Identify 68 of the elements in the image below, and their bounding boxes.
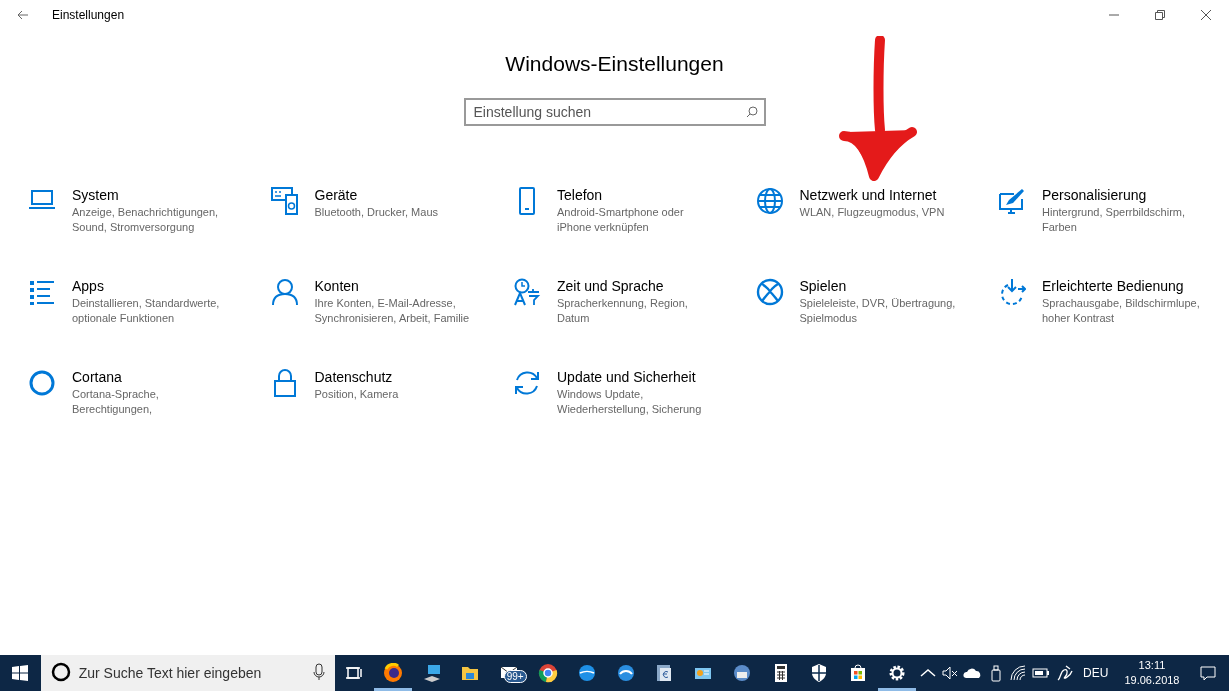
clock-time: 13:11 bbox=[1138, 658, 1166, 673]
search-field[interactable]: Einstellung suchen bbox=[463, 98, 766, 126]
tile-description: Spracherkennung, Region, Datum bbox=[557, 296, 689, 326]
close-icon bbox=[1201, 10, 1211, 20]
tile-title[interactable]: Update und Sicherheit bbox=[557, 368, 717, 386]
clock-button[interactable]: 13:11 19.06.2018 bbox=[1116, 655, 1188, 691]
taskbar-app-button[interactable]: 99+ bbox=[489, 655, 529, 691]
tile-description: Deinstallieren, Standardwerte, optionale Funktionen bbox=[72, 296, 221, 326]
settings-tile[interactable]: Telefon Android-Smartphone oder iPhone verknüpfen bbox=[485, 182, 728, 273]
speech-bubble-icon bbox=[1198, 663, 1219, 683]
settings-tile[interactable]: System Anzeige, Benachrichtigungen, Sound, Stromversorgung bbox=[0, 182, 243, 273]
tile-title[interactable]: Personalisierung bbox=[1042, 186, 1202, 204]
settings-tile[interactable]: Zeit und Sprache Spracherkennung, Region, Datum bbox=[485, 273, 728, 364]
clock-language-icon bbox=[513, 278, 541, 306]
dashed-circle-arrow-icon bbox=[998, 278, 1026, 306]
tile-title[interactable]: Konten bbox=[314, 277, 475, 295]
page-heading: Windows-Einstellungen bbox=[505, 52, 724, 76]
list-icon bbox=[28, 278, 56, 306]
microphone-icon bbox=[312, 662, 325, 681]
settings-tile[interactable]: Geräte Bluetooth, Drucker, Maus bbox=[242, 182, 485, 273]
settings-tile[interactable]: Update und Sicherheit Windows Update, Wiederherstellung, Sicherung bbox=[485, 364, 728, 455]
tile-title[interactable]: System bbox=[72, 186, 232, 204]
tile-description: Anzeige, Benachrichtigungen, Sound, Stromversorgung bbox=[72, 205, 220, 235]
search-placeholder: Zur Suche Text hier eingeben bbox=[78, 665, 263, 681]
notification-count-badge: 99+ bbox=[503, 670, 527, 683]
tile-title[interactable]: Erleichterte Bedienung bbox=[1042, 277, 1202, 295]
settings-tile[interactable]: Spielen Spieleleiste, DVR, Übertragung, Spielmodus bbox=[727, 273, 970, 364]
monitor-brush-icon bbox=[998, 187, 1026, 215]
tile-description: Bluetooth, Drucker, Maus bbox=[314, 205, 439, 220]
keyboard-speaker-icon bbox=[270, 187, 299, 215]
tile-title[interactable]: Geräte bbox=[314, 186, 475, 204]
circle-icon bbox=[28, 369, 56, 397]
taskbar-search-field[interactable]: Zur Suche Text hier eingeben bbox=[40, 655, 335, 691]
tile-description: Cortana-Sprache, Berechtigungen, bbox=[72, 387, 160, 417]
clock-date: 19.06.2018 bbox=[1124, 673, 1180, 688]
tile-title[interactable]: Datenschutz bbox=[314, 368, 475, 386]
tile-description: Hintergrund, Sperrbildschirm, Farben bbox=[1042, 205, 1187, 235]
restore-icon bbox=[1155, 10, 1165, 20]
window-title: Einstellungen bbox=[52, 8, 125, 22]
person-icon bbox=[270, 278, 299, 306]
tile-description: Android-Smartphone oder iPhone verknüpfen bbox=[557, 205, 685, 235]
tile-title[interactable]: Spielen bbox=[799, 277, 960, 295]
settings-tile[interactable]: Netzwerk und Internet WLAN, Flugzeugmodus, VPN bbox=[727, 182, 970, 273]
input-language-indicator[interactable]: DEU bbox=[1075, 655, 1117, 691]
tile-description: Spieleleiste, DVR, Übertragung, Spielmodus bbox=[799, 296, 957, 326]
tile-title[interactable]: Telefon bbox=[557, 186, 717, 204]
tile-title[interactable]: Zeit und Sprache bbox=[557, 277, 717, 295]
tile-title[interactable]: Apps bbox=[72, 277, 232, 295]
circle-icon bbox=[50, 661, 71, 682]
tile-description: Ihre Konten, E-Mail-Adresse, Synchronisieren, Arbeit, Familie bbox=[314, 296, 471, 326]
settings-tile[interactable]: Erleichterte Bedienung Sprachausgabe, Bildschirmlupe, hoher Kontrast bbox=[970, 273, 1213, 364]
windows-logo-icon bbox=[12, 665, 29, 681]
settings-tile[interactable]: Apps Deinstallieren, Standardwerte, optionale Funktionen bbox=[0, 273, 243, 364]
refresh-arrows-icon bbox=[513, 369, 541, 397]
back-arrow-icon bbox=[17, 10, 29, 20]
settings-tile[interactable]: Konten Ihre Konten, E-Mail-Adresse, Synchronisieren, Arbeit, Familie bbox=[242, 273, 485, 364]
tile-title[interactable]: Netzwerk und Internet bbox=[799, 186, 960, 204]
tile-title[interactable]: Cortana bbox=[72, 368, 232, 386]
browser-wheel-icon bbox=[538, 663, 558, 683]
tile-description: Position, Kamera bbox=[314, 387, 400, 402]
tile-description: WLAN, Flugzeugmodus, VPN bbox=[799, 205, 946, 220]
settings-tile[interactable]: Personalisierung Hintergrund, Sperrbildschirm, Farben bbox=[970, 182, 1213, 273]
globe-icon bbox=[755, 187, 784, 215]
settings-tile[interactable]: Datenschutz Position, Kamera bbox=[242, 364, 485, 455]
tile-description: Sprachausgabe, Bildschirmlupe, hoher Kontrast bbox=[1042, 296, 1201, 326]
search-icon bbox=[745, 106, 758, 118]
settings-tile[interactable]: Cortana Cortana-Sprache, Berechtigungen, bbox=[0, 364, 243, 455]
tile-description: Windows Update, Wiederherstellung, Sicherung bbox=[557, 387, 703, 417]
